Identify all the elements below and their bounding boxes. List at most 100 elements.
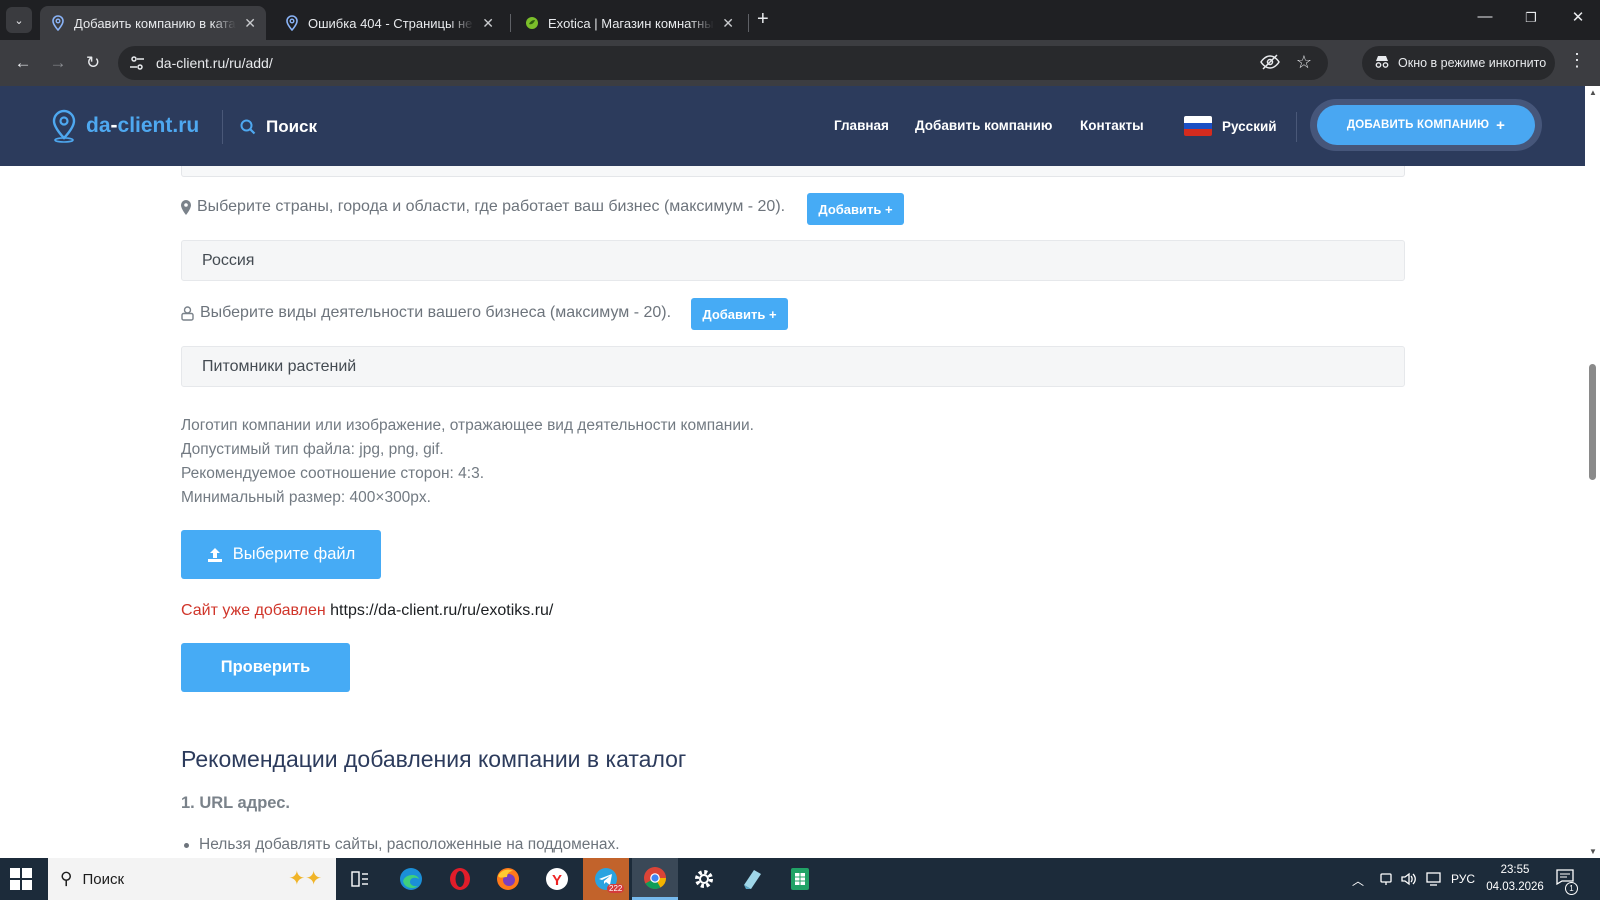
regions-hint-text: Выберите страны, города и области, где р… bbox=[197, 198, 786, 215]
page-viewport: Выберите страны, города и области, где р… bbox=[0, 86, 1585, 858]
tab-404[interactable]: Ошибка 404 - Страницы не су ✕ bbox=[274, 6, 504, 40]
logo-info-line: Минимальный размер: 400×300px. bbox=[181, 489, 431, 506]
header-search[interactable]: Поиск bbox=[240, 117, 317, 137]
add-company-cta-label: ДОБАВИТЬ КОМПАНИЮ bbox=[1346, 119, 1490, 131]
choose-file-button[interactable]: Выберите файл bbox=[181, 530, 381, 579]
yandex-browser-icon[interactable]: Y bbox=[534, 858, 580, 900]
tab-exotica[interactable]: Exotica | Магазин комнатных р ✕ bbox=[514, 6, 744, 40]
back-arrow-icon[interactable]: ← bbox=[10, 50, 36, 76]
windows-taskbar: ⚲ Поиск ✦✦ Y 222 ︿ РУС 23:55 04.03.2026 … bbox=[0, 858, 1600, 900]
close-icon[interactable]: ✕ bbox=[474, 15, 494, 32]
bookmark-star-icon[interactable]: ☆ bbox=[1296, 52, 1312, 73]
tab-title: Ошибка 404 - Страницы не су bbox=[308, 15, 475, 31]
tab-title: Exotica | Магазин комнатных р bbox=[548, 15, 715, 31]
logo-info-line: Допустимый тип файла: jpg, png, gif. bbox=[181, 441, 444, 458]
input-language[interactable]: РУС bbox=[1451, 872, 1475, 886]
network-icon[interactable] bbox=[1426, 871, 1444, 890]
page-scrollbar[interactable]: ▲ ▼ bbox=[1585, 86, 1600, 858]
svg-text:Y: Y bbox=[552, 872, 562, 889]
tab-separator bbox=[748, 14, 749, 32]
scrollbar-thumb[interactable] bbox=[1589, 364, 1596, 480]
nav-add-company[interactable]: Добавить компанию bbox=[915, 118, 1052, 133]
sparkle-icon: ✦✦ bbox=[288, 868, 322, 890]
regions-hint: Выберите страны, города и области, где р… bbox=[181, 198, 785, 216]
location-pin-icon bbox=[50, 15, 66, 31]
nav-contacts[interactable]: Контакты bbox=[1080, 118, 1144, 133]
list-item: Нельзя добавлять сайты, расположенные на… bbox=[181, 836, 620, 854]
spreadsheet-icon[interactable] bbox=[777, 858, 823, 900]
tab-search-button[interactable]: ⌄ bbox=[6, 7, 32, 33]
site-settings-icon[interactable] bbox=[128, 54, 146, 72]
notepad-icon[interactable] bbox=[729, 858, 775, 900]
notifications-count: 1 bbox=[1565, 882, 1578, 895]
scroll-up-icon[interactable]: ▲ bbox=[1589, 88, 1597, 97]
russia-flag-icon bbox=[1184, 116, 1212, 136]
scroll-down-icon[interactable]: ▼ bbox=[1589, 847, 1597, 856]
logo-info-line: Рекомендуемое соотношение сторон: 4:3. bbox=[181, 465, 484, 482]
location-pin-icon bbox=[52, 109, 76, 143]
taskbar-search-placeholder: Поиск bbox=[82, 870, 125, 888]
logo-requirements: Логотип компании или изображение, отража… bbox=[181, 414, 754, 510]
close-icon[interactable]: ✕ bbox=[714, 15, 734, 32]
site-header: da-client.ru Поиск Главная Добавить комп… bbox=[0, 86, 1585, 166]
opera-icon[interactable] bbox=[437, 858, 483, 900]
meet-now-icon[interactable] bbox=[1378, 871, 1394, 890]
header-divider bbox=[1296, 112, 1297, 142]
choose-file-label: Выберите файл bbox=[232, 545, 356, 563]
recommendations-title: Рекомендации добавления компании в катал… bbox=[181, 746, 687, 772]
telegram-badge: 222 bbox=[607, 884, 625, 893]
already-added-label: Сайт уже добавлен bbox=[181, 602, 326, 619]
taskbar-search[interactable]: ⚲ Поиск ✦✦ bbox=[48, 858, 336, 900]
restore-icon[interactable]: ❐ bbox=[1516, 10, 1546, 26]
window-close-icon[interactable]: ✕ bbox=[1563, 8, 1593, 26]
add-company-cta-button[interactable]: ДОБАВИТЬ КОМПАНИЮ + bbox=[1317, 105, 1535, 145]
tab-add-company[interactable]: Добавить компанию в каталог ✕ bbox=[40, 6, 266, 40]
taskbar-clock[interactable]: 23:55 04.03.2026 bbox=[1484, 862, 1546, 896]
incognito-icon bbox=[1374, 55, 1390, 72]
new-tab-plus-icon[interactable]: + bbox=[757, 8, 769, 31]
eye-slash-icon[interactable] bbox=[1260, 54, 1280, 74]
location-pin-icon bbox=[284, 15, 300, 31]
firefox-icon[interactable] bbox=[485, 858, 531, 900]
task-view-icon[interactable] bbox=[337, 858, 383, 900]
telegram-icon[interactable]: 222 bbox=[583, 858, 629, 900]
url-text: da-client.ru/ru/add/ bbox=[156, 55, 273, 71]
minimize-icon[interactable]: — bbox=[1470, 8, 1500, 25]
browser-tab-bar: ⌄ Добавить компанию в каталог ✕ Ошибка 4… bbox=[0, 0, 1600, 40]
existing-site-link[interactable]: https://da-client.ru/ru/exotiks.ru/ bbox=[330, 602, 553, 619]
header-divider bbox=[222, 110, 223, 144]
regions-field[interactable]: Россия bbox=[181, 240, 1405, 281]
nav-home[interactable]: Главная bbox=[834, 118, 889, 133]
user-outline-icon bbox=[181, 305, 194, 321]
plus-icon: + bbox=[1496, 116, 1506, 134]
logo-dash: - bbox=[110, 114, 118, 137]
clock-date: 04.03.2026 bbox=[1486, 881, 1544, 893]
tab-title: Добавить компанию в каталог bbox=[74, 15, 236, 31]
site-logo[interactable]: da-client.ru bbox=[50, 109, 199, 143]
activity-field[interactable]: Питомники растений bbox=[181, 346, 1405, 387]
language-selector[interactable]: Русский bbox=[1184, 116, 1277, 136]
search-icon: ⚲ bbox=[60, 869, 73, 888]
incognito-indicator[interactable]: Окно в режиме инкогнито bbox=[1362, 46, 1555, 80]
add-activity-button[interactable]: Добавить + bbox=[691, 298, 788, 330]
close-icon[interactable]: ✕ bbox=[236, 15, 256, 32]
logo-text: da-client.ru bbox=[86, 114, 199, 138]
upload-icon bbox=[207, 547, 222, 562]
tab-separator bbox=[510, 14, 511, 32]
more-menu-icon[interactable]: ⋮ bbox=[1568, 50, 1586, 71]
logo-info-line: Логотип компании или изображение, отража… bbox=[181, 417, 754, 434]
volume-icon[interactable] bbox=[1400, 871, 1418, 890]
tray-chevron-up-icon[interactable]: ︿ bbox=[1352, 872, 1364, 889]
forward-arrow-icon[interactable]: → bbox=[45, 50, 71, 76]
activity-hint: Выберите виды деятельности вашего бизнес… bbox=[181, 304, 671, 322]
logo-part2: client.ru bbox=[117, 114, 200, 137]
address-bar[interactable]: da-client.ru/ru/add/ ☆ bbox=[118, 46, 1328, 80]
windows-start-icon[interactable] bbox=[10, 868, 32, 890]
settings-gear-icon[interactable] bbox=[681, 858, 727, 900]
add-region-button[interactable]: Добавить + bbox=[807, 193, 904, 225]
check-button[interactable]: Проверить bbox=[181, 643, 350, 692]
reload-icon[interactable]: ↻ bbox=[80, 50, 106, 76]
chrome-icon[interactable] bbox=[632, 858, 678, 900]
activity-hint-text: Выберите виды деятельности вашего бизнес… bbox=[200, 304, 672, 321]
edge-icon[interactable] bbox=[388, 858, 434, 900]
